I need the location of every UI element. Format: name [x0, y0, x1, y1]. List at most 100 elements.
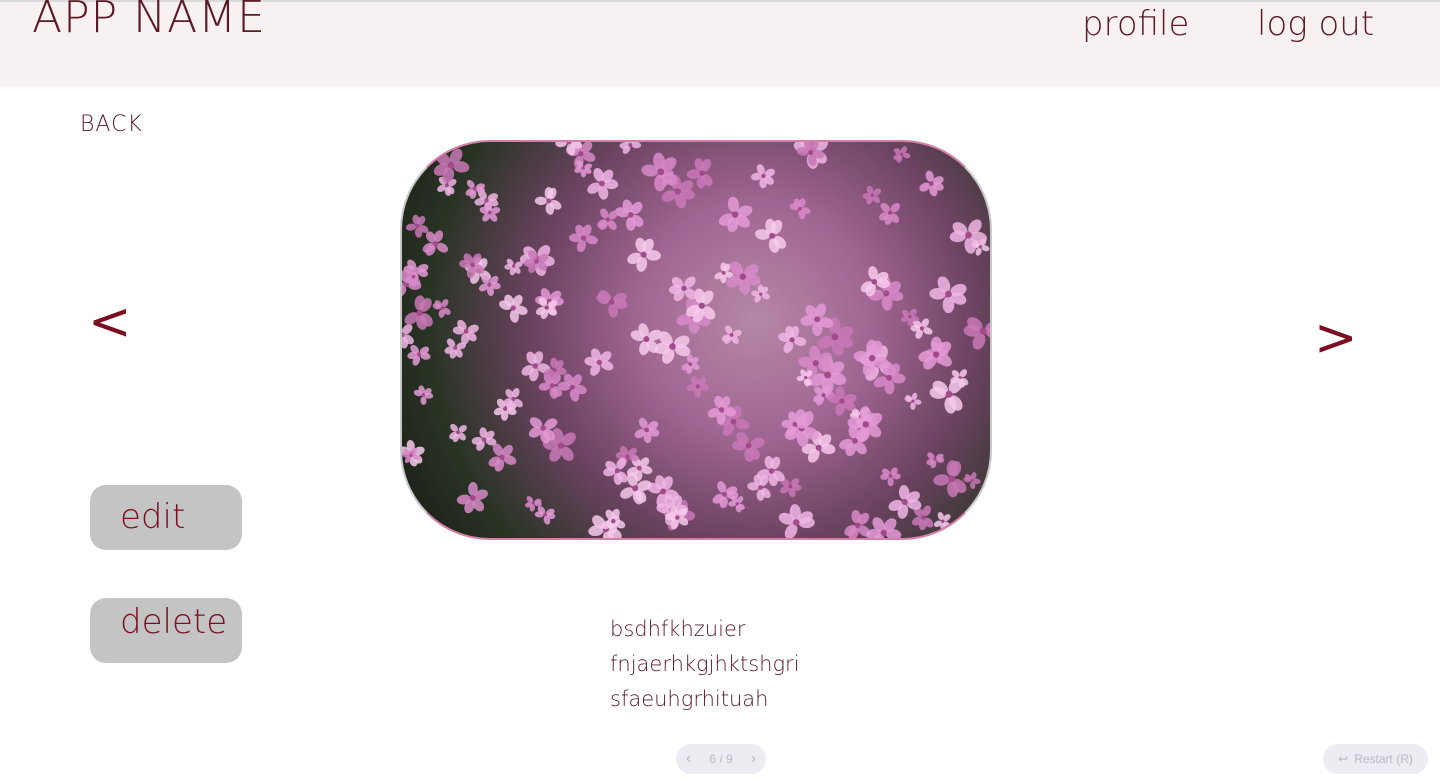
app-name: APP NAME [32, 0, 266, 43]
next-arrow-button[interactable]: > [1314, 312, 1358, 364]
flower-center [416, 309, 423, 316]
flower-center [888, 474, 893, 478]
flower-center [675, 515, 680, 520]
slide-pager: ‹ 6 / 9 › [676, 744, 766, 774]
flower-center [632, 485, 639, 492]
flower-center [901, 499, 908, 506]
flower-center [739, 273, 747, 280]
flower-center [421, 393, 426, 397]
flower-center [487, 282, 492, 287]
flower-center [722, 491, 727, 497]
flower-center [945, 390, 953, 398]
previous-arrow-button[interactable]: < [88, 296, 132, 348]
flower-center [900, 152, 904, 156]
flower-center [470, 262, 475, 268]
flower-center [669, 343, 676, 350]
flower-center [608, 299, 615, 305]
flower-center [908, 315, 912, 319]
description-line: sfaeuhgrhituah [610, 687, 769, 711]
flower-center [868, 354, 876, 362]
flower-center [674, 188, 681, 195]
flower-center [814, 316, 821, 323]
flower-center [440, 306, 445, 310]
flower-center [636, 465, 642, 471]
flower-center [945, 290, 952, 298]
flower-center [453, 345, 458, 350]
flower-center [596, 359, 602, 365]
flower-center [730, 418, 737, 425]
flower-center [735, 502, 739, 506]
flower-center [511, 396, 516, 401]
flower-center [883, 290, 890, 297]
flower-center [729, 333, 734, 337]
restart-label: Restart (R) [1354, 752, 1413, 766]
logout-link[interactable]: log out [1257, 4, 1374, 44]
undo-icon: ↩ [1338, 752, 1349, 766]
flower-center [481, 437, 487, 442]
flower-center [854, 522, 861, 529]
flower-center [979, 327, 987, 335]
flower-center [557, 442, 565, 449]
flower-center [745, 442, 752, 449]
flower-center [581, 235, 587, 241]
flower-center [549, 383, 555, 388]
pager-label: 6 / 9 [709, 752, 733, 766]
flower-center [941, 519, 945, 523]
flower-center [815, 444, 822, 451]
flower-center [719, 407, 725, 413]
flower-center [499, 454, 505, 460]
delete-button[interactable]: delete [90, 598, 242, 663]
flower-center [487, 210, 492, 215]
flower-center [793, 519, 800, 526]
flower-center [456, 430, 460, 435]
flower-center [886, 374, 892, 381]
flower-center [605, 217, 611, 222]
flower-center [695, 384, 700, 389]
flower-center [543, 512, 547, 517]
flower-center [759, 292, 763, 296]
flower-center [531, 501, 535, 505]
flower-center [698, 302, 705, 309]
flower-center [627, 212, 634, 218]
flower-center [546, 198, 552, 204]
header-bar: APP NAME profile log out [0, 0, 1440, 87]
flower-center [552, 367, 557, 372]
profile-link[interactable]: profile [1082, 4, 1189, 44]
back-link[interactable]: BACK [80, 112, 143, 137]
flower-center [660, 488, 667, 495]
flower-center [416, 352, 422, 357]
flower-photo-illustration [402, 142, 990, 538]
flower-center [644, 427, 649, 433]
flower-center [919, 326, 924, 331]
flower-center [808, 150, 814, 156]
flower-center [880, 529, 887, 536]
flower-center [851, 438, 858, 444]
flower-center [599, 180, 605, 187]
flower-center [409, 453, 413, 458]
flower-center [721, 271, 726, 275]
description-line: bsdhfkhzuier [610, 617, 746, 641]
flower-petal [756, 489, 765, 501]
flower-center [970, 478, 974, 482]
flower-center [821, 393, 826, 398]
flower-center [921, 515, 926, 520]
edit-button[interactable]: edit [90, 485, 242, 550]
flower-center [768, 468, 775, 474]
flower-center [484, 198, 489, 203]
flower-center [804, 375, 808, 380]
flower-center [789, 337, 795, 343]
flower-center [731, 211, 739, 218]
flower-center [812, 360, 819, 367]
description-line: fnjaerhkgjhktshgri [610, 652, 800, 676]
flower-center [839, 398, 845, 404]
flower-center [681, 285, 687, 291]
flower-center [643, 336, 650, 342]
flower-center [512, 264, 516, 268]
chevron-right-icon[interactable]: › [751, 750, 756, 768]
flower-center [978, 245, 983, 249]
restart-button[interactable]: ↩ Restart (R) [1323, 744, 1428, 774]
flower-center [540, 425, 546, 431]
flower-center [510, 305, 516, 311]
chevron-left-icon[interactable]: ‹ [686, 750, 691, 768]
flower-center [432, 241, 438, 247]
